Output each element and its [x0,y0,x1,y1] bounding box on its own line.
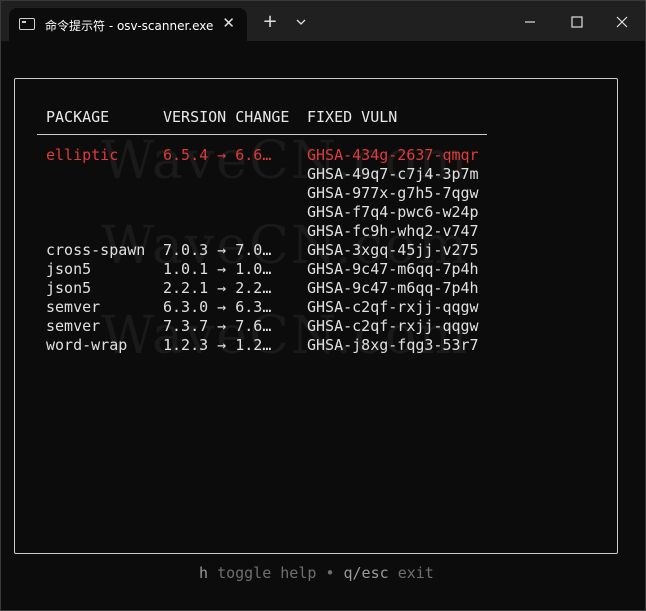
help-toggle-key: h [199,564,209,582]
tab-command-prompt[interactable]: 命令提示符 - osv-scanner.exe ✕ [9,8,247,41]
help-separator: • [325,564,335,582]
version-cell: 6.3.0 → 6.3… [163,298,272,316]
vuln-cell: GHSA-9c47-m6qq-7p4h [307,260,479,278]
help-bar: h toggle help • q/esc exit [199,564,434,582]
help-exit-key: q/esc [343,564,389,582]
table-row[interactable]: word-wrap 1.2.3 → 1.2… GHSA-j8xg-fqg3-53… [1,336,641,355]
new-tab-button[interactable]: + [260,13,280,31]
version-cell: 2.2.1 → 2.2… [163,279,272,297]
package-cell: elliptic [46,146,119,164]
vuln-cell: GHSA-c2qf-rxjj-qqgw [307,298,479,316]
vuln-cell: GHSA-f7q4-pwc6-w24p [307,203,479,221]
vuln-cell: GHSA-3xgq-45jj-v275 [307,241,479,259]
help-toggle-label: toggle help [217,564,317,582]
package-cell: json5 [46,279,92,297]
header-version-change: VERSION CHANGE [163,108,290,126]
version-cell: 7.0.3 → 7.0… [163,241,272,259]
vuln-cell: GHSA-fc9h-whq2-v747 [307,222,479,240]
close-window-button[interactable] [607,9,637,35]
table-row[interactable]: json5 2.2.1 → 2.2… GHSA-9c47-m6qq-7p4h [1,279,641,298]
terminal-icon [19,18,35,30]
title-bar: 命令提示符 - osv-scanner.exe ✕ + [1,1,645,41]
package-cell: json5 [46,260,92,278]
table-row[interactable]: GHSA-fc9h-whq2-v747 [1,222,641,241]
minimize-button[interactable] [515,9,545,35]
version-cell: 7.3.7 → 7.6… [163,317,272,335]
package-cell: semver [46,317,101,335]
header-package: PACKAGE [46,108,110,126]
table-row[interactable]: semver 6.3.0 → 6.3… GHSA-c2qf-rxjj-qqgw [1,298,641,317]
table-row[interactable]: GHSA-49q7-c7j4-3p7m [1,165,641,184]
table-row[interactable]: cross-spawn 7.0.3 → 7.0… GHSA-3xgq-45jj-… [1,241,641,260]
vuln-cell: GHSA-c2qf-rxjj-qqgw [307,317,479,335]
vuln-cell: GHSA-49q7-c7j4-3p7m [307,165,479,183]
vuln-cell: GHSA-j8xg-fqg3-53r7 [307,336,479,354]
terminal-content[interactable]: WaveCN.com WaveCN.com WaveCN.com PACKAGE… [1,41,645,610]
header-fixed-vuln: FIXED VULN [307,108,398,126]
help-exit-label: exit [397,564,434,582]
table-row[interactable]: GHSA-977x-g7h5-7qgw [1,184,641,203]
vuln-cell: GHSA-9c47-m6qq-7p4h [307,279,479,297]
table-row-selected[interactable]: elliptic 6.5.4 → 6.6… GHSA-434g-2637-qmq… [1,146,641,165]
package-cell: semver [46,298,101,316]
version-cell: 1.0.1 → 1.0… [163,260,272,278]
tab-title: 命令提示符 - osv-scanner.exe [45,19,214,33]
maximize-button[interactable] [562,9,592,35]
version-cell: 1.2.3 → 1.2… [163,336,272,354]
terminal-window: 命令提示符 - osv-scanner.exe ✕ + WaveCN.com W… [0,0,646,611]
header-divider [37,134,487,135]
package-cell: cross-spawn [46,241,146,259]
close-tab-icon[interactable]: ✕ [222,15,235,31]
chevron-down-icon[interactable] [293,14,309,30]
table-row[interactable]: json5 1.0.1 → 1.0… GHSA-9c47-m6qq-7p4h [1,260,641,279]
vuln-cell: GHSA-977x-g7h5-7qgw [307,184,479,202]
package-cell: word-wrap [46,336,128,354]
version-cell: 6.5.4 → 6.6… [163,146,272,164]
table-row[interactable]: GHSA-f7q4-pwc6-w24p [1,203,641,222]
vuln-cell: GHSA-434g-2637-qmqr [307,146,479,164]
table-row[interactable]: semver 7.3.7 → 7.6… GHSA-c2qf-rxjj-qqgw [1,317,641,336]
